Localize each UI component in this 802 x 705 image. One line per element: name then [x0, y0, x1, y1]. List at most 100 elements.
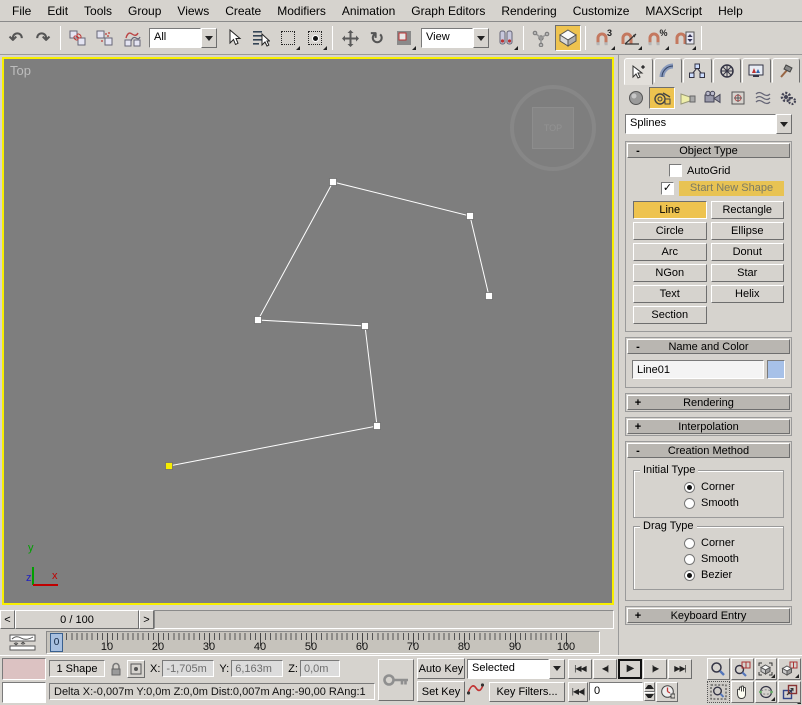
object-color-swatch[interactable]: [767, 360, 785, 379]
go-to-start-button[interactable]: |◀◀: [568, 659, 592, 679]
ellipse-button[interactable]: Ellipse: [711, 222, 785, 240]
rollout-name-color-header[interactable]: - Name and Color: [627, 339, 790, 354]
select-and-link-button[interactable]: [65, 25, 91, 51]
tab-modify[interactable]: [654, 58, 683, 83]
bind-to-space-warp-button[interactable]: [119, 25, 145, 51]
subtab-cameras[interactable]: [701, 87, 725, 109]
current-frame-indicator[interactable]: 0: [50, 633, 63, 652]
absolute-offset-toggle[interactable]: [127, 660, 145, 678]
zoom-region-button[interactable]: [707, 681, 730, 703]
menu-help[interactable]: Help: [710, 1, 751, 21]
menu-modifiers[interactable]: Modifiers: [269, 1, 334, 21]
select-and-manipulate-button[interactable]: [528, 25, 554, 51]
key-filters-button[interactable]: Key Filters...: [489, 682, 565, 702]
tab-motion[interactable]: [713, 58, 742, 83]
zoom-extents-button[interactable]: [755, 658, 778, 680]
tab-utilities[interactable]: [772, 58, 801, 83]
window-crossing-toggle-button[interactable]: [302, 25, 328, 51]
time-configuration-button[interactable]: [656, 682, 678, 702]
use-pivot-center-button[interactable]: [493, 25, 519, 51]
rectangle-button[interactable]: Rectangle: [711, 201, 785, 219]
subtab-space-warps[interactable]: [751, 87, 775, 109]
set-keys-button[interactable]: [378, 659, 414, 701]
circle-button[interactable]: Circle: [633, 222, 707, 240]
maxscript-mini-listener[interactable]: [2, 658, 46, 703]
z-coordinate-field[interactable]: 0,0m: [300, 660, 340, 677]
time-slider-prev-button[interactable]: <: [0, 610, 15, 629]
autogrid-checkbox[interactable]: [669, 164, 682, 177]
section-button[interactable]: Section: [633, 306, 707, 324]
previous-frame-button[interactable]: ◀|: [593, 659, 617, 679]
default-tangent-button[interactable]: [467, 682, 487, 702]
tab-create[interactable]: [624, 58, 653, 85]
start-new-shape-button[interactable]: Start New Shape: [679, 181, 784, 196]
frame-spinner-down[interactable]: [644, 692, 655, 702]
drag-corner-radio[interactable]: [684, 538, 695, 549]
select-and-rotate-button[interactable]: ↻: [364, 25, 390, 51]
rollout-object-type-header[interactable]: - Object Type: [627, 143, 790, 158]
viewport-top[interactable]: Top TOP y z x: [2, 57, 614, 605]
redo-button[interactable]: ↷: [30, 25, 56, 51]
line-button[interactable]: Line: [633, 201, 707, 219]
current-frame-input[interactable]: 0: [589, 682, 643, 701]
rollout-interpolation-header[interactable]: + Interpolation: [627, 419, 790, 434]
auto-key-button[interactable]: Auto Key: [417, 658, 465, 679]
key-filter-dropdown[interactable]: Selected: [467, 659, 565, 679]
select-object-button[interactable]: [221, 25, 247, 51]
menu-edit[interactable]: Edit: [39, 1, 76, 21]
menu-tools[interactable]: Tools: [76, 1, 120, 21]
undo-button[interactable]: ↶: [3, 25, 29, 51]
zoom-button[interactable]: [707, 658, 730, 680]
x-coordinate-field[interactable]: -1,705m: [162, 660, 214, 677]
listener-script-line[interactable]: [2, 682, 46, 704]
menu-rendering[interactable]: Rendering: [493, 1, 564, 21]
snap-3d-button[interactable]: 3: [590, 25, 616, 51]
subtab-helpers[interactable]: [726, 87, 750, 109]
key-mode-toggle-button[interactable]: |◀◀|: [568, 682, 588, 702]
tab-hierarchy[interactable]: [683, 58, 712, 83]
frame-spinner[interactable]: [644, 682, 655, 701]
frame-spinner-up[interactable]: [644, 682, 655, 692]
menu-file[interactable]: File: [4, 1, 39, 21]
reference-coordsys-arrow[interactable]: [473, 28, 489, 48]
play-button[interactable]: ▶: [618, 659, 642, 679]
mini-curve-editor-button[interactable]: [0, 630, 46, 655]
rollout-rendering-header[interactable]: + Rendering: [627, 395, 790, 410]
select-and-scale-button[interactable]: [391, 25, 417, 51]
rollout-keyboard-entry-header[interactable]: + Keyboard Entry: [627, 608, 790, 623]
selection-lock-toggle[interactable]: [107, 660, 125, 678]
maximize-viewport-toggle-button[interactable]: [778, 681, 801, 703]
menu-graph-editors[interactable]: Graph Editors: [403, 1, 493, 21]
drag-bezier-radio[interactable]: [684, 570, 695, 581]
arc-button[interactable]: Arc: [633, 243, 707, 261]
selection-filter-dropdown[interactable]: All: [149, 28, 217, 48]
pan-button[interactable]: [731, 681, 754, 703]
unlink-selection-button[interactable]: [92, 25, 118, 51]
select-and-move-button[interactable]: [337, 25, 363, 51]
spinner-snap-button[interactable]: [671, 25, 697, 51]
key-filter-arrow[interactable]: [549, 659, 565, 679]
start-new-shape-checkbox[interactable]: ✓: [661, 182, 674, 195]
initial-corner-radio[interactable]: [684, 482, 695, 493]
selection-filter-arrow[interactable]: [201, 28, 217, 48]
helix-button[interactable]: Helix: [711, 285, 785, 303]
zoom-extents-all-button[interactable]: [778, 658, 801, 680]
snaps-toggle-button[interactable]: [555, 25, 581, 51]
arc-rotate-button[interactable]: [755, 681, 778, 703]
donut-button[interactable]: Donut: [711, 243, 785, 261]
time-slider-next-button[interactable]: >: [139, 610, 154, 629]
line-spline[interactable]: [4, 59, 612, 603]
star-button[interactable]: Star: [711, 264, 785, 282]
subtab-lights[interactable]: [676, 87, 700, 109]
shape-category-arrow[interactable]: [776, 114, 792, 134]
listener-macro-line[interactable]: [2, 658, 46, 680]
go-to-end-button[interactable]: ▶▶|: [668, 659, 692, 679]
reference-coordsys-dropdown[interactable]: View: [421, 28, 489, 48]
menu-group[interactable]: Group: [120, 1, 169, 21]
set-key-button[interactable]: Set Key: [417, 681, 465, 702]
select-by-name-button[interactable]: [248, 25, 274, 51]
menu-views[interactable]: Views: [169, 1, 217, 21]
ngon-button[interactable]: NGon: [633, 264, 707, 282]
initial-smooth-radio[interactable]: [684, 498, 695, 509]
menu-customize[interactable]: Customize: [565, 1, 638, 21]
